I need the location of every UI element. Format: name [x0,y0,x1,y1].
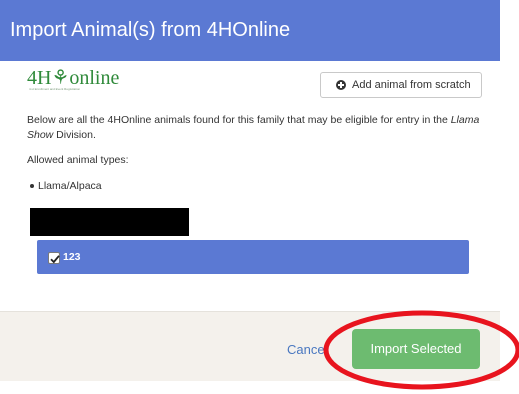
eligibility-description: Below are all the 4HOnline animals found… [27,113,487,143]
description-text-start: Below are all the 4HOnline animals found… [27,114,451,126]
add-animal-from-scratch-button[interactable]: Add animal from scratch [320,72,482,98]
animal-name: 123 [63,251,81,263]
allowed-type-item: Llama/Alpaca [38,180,102,192]
logo-tagline: 4-H Enrollment and Event Registration [29,87,81,91]
logo-text: 4H⚘online [27,67,120,89]
description-text-end: Division. [53,129,96,141]
bullet-icon [30,184,34,188]
animal-checkbox[interactable] [48,252,60,264]
import-animals-modal: Import Animal(s) from 4HOnline 4H⚘online… [0,0,500,394]
modal-title: Import Animal(s) from 4HOnline [10,19,291,41]
modal-footer: Cance Import Selected [0,311,500,381]
allowed-types-heading: Allowed animal types: [27,154,129,166]
4honline-logo: 4H⚘online 4-H Enrollment and Event Regis… [27,68,137,92]
redacted-block [30,208,189,236]
modal-header: Import Animal(s) from 4HOnline [0,0,500,61]
import-selected-button[interactable]: Import Selected [352,329,480,369]
plus-circle-icon [336,80,346,90]
checkmark-icon [50,255,60,264]
animal-row[interactable]: 123 [37,240,469,274]
cancel-link[interactable]: Cance [287,342,325,358]
add-animal-label: Add animal from scratch [352,79,471,91]
